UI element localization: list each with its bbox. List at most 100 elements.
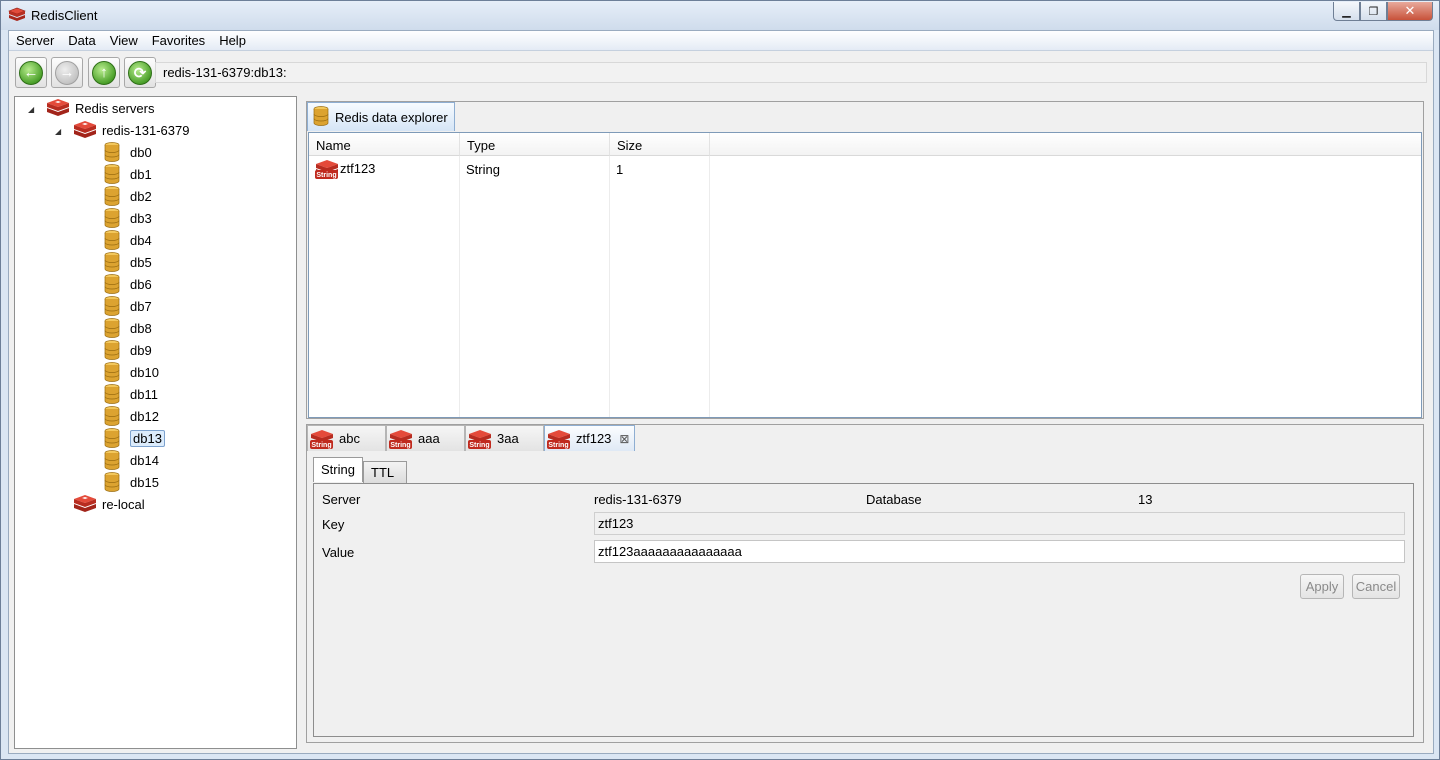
toolbar: ← → ↑ ⟳ redis-131-6379:db13:	[9, 52, 1433, 92]
minimize-button[interactable]: ▁	[1333, 2, 1360, 21]
database-icon	[103, 274, 121, 294]
database-icon	[103, 164, 121, 184]
tree-db-item[interactable]: db1	[103, 164, 152, 184]
row-type: String	[466, 162, 500, 177]
tree-db-item[interactable]: db4	[103, 230, 152, 250]
redis-server-icon	[73, 494, 97, 514]
explorer-tab-label: Redis data explorer	[335, 109, 448, 125]
tree-db-item[interactable]: db2	[103, 186, 152, 206]
title-bar[interactable]: RedisClient ▁ ❐ ✕	[1, 1, 1439, 30]
collapse-arrow-icon[interactable]: ◢	[55, 127, 61, 136]
string-type-icon: String	[546, 428, 572, 450]
key-tab-abc[interactable]: String abc	[307, 425, 386, 451]
tree-db-label: db5	[130, 254, 152, 270]
tree-db-label: db4	[130, 232, 152, 248]
tree-db-label: db2	[130, 188, 152, 204]
tree-db-item[interactable]: db14	[103, 450, 159, 470]
tab-string[interactable]: String	[313, 457, 363, 482]
close-tab-icon[interactable]: ⊠	[619, 432, 629, 446]
tree-db-item[interactable]: db0	[103, 142, 152, 162]
menu-server[interactable]: Server	[9, 31, 61, 50]
key-tab-3aa[interactable]: String 3aa	[465, 425, 544, 451]
redis-app-icon	[8, 7, 26, 23]
data-explorer-panel: Redis data explorer Name Type Size Strin…	[306, 101, 1424, 419]
minimize-icon: ▁	[1342, 5, 1351, 18]
database-icon	[103, 142, 121, 162]
apply-button[interactable]: Apply	[1300, 574, 1344, 599]
menu-view[interactable]: View	[103, 31, 145, 50]
tab-redis-data-explorer[interactable]: Redis data explorer	[307, 102, 455, 131]
back-button[interactable]: ←	[15, 57, 47, 88]
tree-db-label: db1	[130, 166, 152, 182]
tree-db-item[interactable]: db13	[103, 428, 165, 448]
menu-bar: Server Data View Favorites Help	[9, 31, 1433, 51]
address-bar[interactable]: redis-131-6379:db13:	[155, 62, 1427, 83]
tree-db-item[interactable]: db6	[103, 274, 152, 294]
tree-db-label: db13	[130, 429, 165, 447]
arrow-up-icon: ↑	[92, 60, 116, 85]
database-icon	[103, 318, 121, 338]
tree-db-label: db0	[130, 144, 152, 160]
tree-db-item[interactable]: db10	[103, 362, 159, 382]
column-divider	[459, 156, 460, 417]
tree-db-label: db6	[130, 276, 152, 292]
server-label: Server	[322, 492, 361, 507]
row-name: ztf123	[340, 161, 376, 176]
menu-favorites[interactable]: Favorites	[145, 31, 212, 50]
column-header-name[interactable]: Name	[309, 133, 460, 156]
column-divider	[609, 156, 610, 417]
key-editor-panel: String abc String aaa String 3aa String …	[306, 424, 1424, 743]
database-icon	[103, 186, 121, 206]
tree-root[interactable]: Redis servers	[46, 98, 154, 118]
tree-db-label: db9	[130, 342, 152, 358]
cancel-button[interactable]: Cancel	[1352, 574, 1400, 599]
column-divider	[709, 156, 710, 417]
tree-db-item[interactable]: db12	[103, 406, 159, 426]
tree-db-label: db14	[130, 452, 159, 468]
tree-db-item[interactable]: db5	[103, 252, 152, 272]
tree-db-item[interactable]: db8	[103, 318, 152, 338]
window-title: RedisClient	[31, 8, 98, 23]
maximize-button[interactable]: ❐	[1360, 2, 1387, 21]
server-tree[interactable]: ◢ Redis servers ◢ redis-131-6379 db0 db1 d…	[14, 96, 297, 749]
restore-icon: ❐	[1368, 5, 1379, 18]
refresh-icon: ⟳	[128, 60, 152, 85]
tree-db-item[interactable]: db7	[103, 296, 152, 316]
tab-ttl[interactable]: TTL	[363, 461, 407, 483]
tree-db-item[interactable]: db3	[103, 208, 152, 228]
redis-server-icon	[73, 120, 97, 140]
table-row[interactable]: String ztf123 String 1	[309, 157, 1421, 181]
tree-root-label: Redis servers	[75, 100, 155, 116]
up-button[interactable]: ↑	[88, 57, 120, 88]
tree-db-item[interactable]: db9	[103, 340, 152, 360]
tree-server-node[interactable]: redis-131-6379	[73, 120, 189, 140]
database-icon	[313, 105, 329, 129]
tree-server-node-relocal[interactable]: re-local	[73, 494, 145, 514]
key-tab-label: 3aa	[497, 431, 519, 446]
tree-db-label: db11	[130, 386, 158, 402]
column-header-filler	[710, 133, 1421, 156]
database-icon	[103, 472, 121, 492]
database-icon	[103, 208, 121, 228]
column-header-type[interactable]: Type	[460, 133, 610, 156]
tree-db-item[interactable]: db15	[103, 472, 159, 492]
key-field[interactable]: ztf123	[594, 512, 1405, 535]
redis-servers-icon	[46, 98, 70, 118]
menu-help[interactable]: Help	[212, 31, 253, 50]
string-type-icon: String	[388, 428, 414, 450]
key-label: Key	[322, 517, 345, 532]
key-tab-ztf123[interactable]: String ztf123 ⊠	[544, 425, 635, 451]
menu-data[interactable]: Data	[61, 31, 102, 50]
close-window-button[interactable]: ✕	[1387, 2, 1433, 21]
tree-server-label: redis-131-6379	[102, 122, 190, 138]
value-field[interactable]: ztf123aaaaaaaaaaaaaaa	[594, 540, 1405, 563]
forward-button[interactable]: →	[51, 57, 83, 88]
collapse-arrow-icon[interactable]: ◢	[28, 105, 34, 114]
database-icon	[103, 384, 121, 404]
database-icon	[103, 296, 121, 316]
key-tab-aaa[interactable]: String aaa	[386, 425, 465, 451]
refresh-button[interactable]: ⟳	[124, 57, 156, 88]
svg-text:String: String	[390, 442, 410, 449]
column-header-size[interactable]: Size	[610, 133, 710, 156]
tree-db-item[interactable]: db11	[103, 384, 158, 404]
